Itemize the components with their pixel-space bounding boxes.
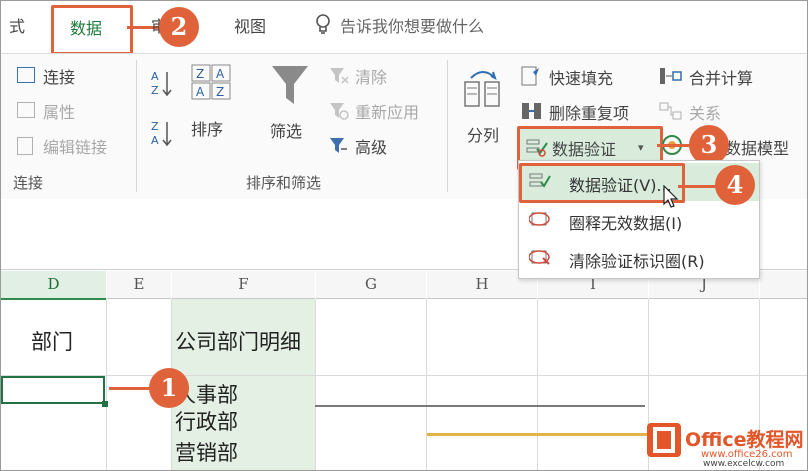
column-header-f[interactable]: F (172, 271, 315, 299)
svg-text:A: A (151, 134, 159, 147)
sort-filter-group-label: 排序和筛选 (246, 174, 322, 192)
grid-line (315, 405, 645, 407)
watermark-url-2: www.excelcw.com (703, 459, 785, 469)
data-model-label: 数据模型 (725, 139, 790, 158)
advanced-label: 高级 (355, 138, 388, 157)
flash-fill-icon (521, 66, 541, 86)
sort-button[interactable]: ZAAZ 排序 (191, 64, 233, 144)
callout-badge-4: 4 (715, 165, 755, 205)
menu-item-circle-invalid[interactable]: 圈释无效数据(I) (519, 201, 759, 239)
text-to-columns-button[interactable]: 分列 (459, 64, 507, 148)
sort-label: 排序 (191, 120, 224, 139)
lightbulb-icon[interactable] (314, 13, 332, 35)
edit-links-icon (17, 137, 33, 155)
data-validation-icon (526, 137, 548, 157)
sort-descending-icon[interactable]: ZA (151, 118, 173, 148)
text-to-columns-label: 分列 (467, 126, 500, 145)
tab-data[interactable]: 数据 (70, 15, 102, 39)
properties-label: 属性 (43, 103, 76, 122)
consolidate-label: 合并计算 (689, 69, 754, 88)
advanced-filter-icon (329, 137, 349, 155)
clear-validation-circles-icon (528, 248, 551, 266)
callout-badge-1: 1 (149, 368, 189, 408)
remove-duplicates-label: 删除重复项 (549, 104, 630, 123)
menu-item-label: 圈释无效数据(I) (569, 214, 683, 233)
group-separator (447, 60, 448, 192)
grid-line (315, 299, 316, 470)
cell-d-header[interactable]: 部门 (31, 326, 73, 356)
flash-fill-label: 快速填充 (549, 69, 614, 88)
sort-ascending-icon[interactable]: AZ (151, 68, 173, 98)
svg-text:A: A (216, 67, 225, 81)
fill-handle[interactable] (102, 401, 108, 407)
tab-formulas-partial[interactable]: 式 (9, 13, 25, 37)
watermark: Office教程网 www.office26.com www.excelcw.c… (641, 419, 807, 470)
cell-f-header[interactable]: 公司部门明细 (175, 326, 301, 356)
grid-line (537, 299, 538, 470)
edit-links-label: 编辑链接 (43, 138, 108, 157)
callout-box-menu-item (519, 163, 685, 203)
connections-label: 连接 (43, 68, 76, 87)
office-logo-icon (647, 423, 681, 457)
watermark-brand: Office教程网 (685, 429, 804, 451)
data-validation-label: 数据验证 (552, 140, 617, 159)
svg-text:Z: Z (151, 120, 159, 133)
tell-me-search[interactable]: 告诉我你想要做什么 (340, 13, 484, 37)
remove-duplicates-icon (521, 101, 543, 121)
svg-text:A: A (196, 85, 205, 99)
filter-funnel-icon (270, 64, 310, 108)
grid-line (106, 299, 107, 470)
reapply-icon (329, 102, 349, 120)
cell-f-row-2[interactable]: 行政部 (175, 406, 238, 436)
relationships-icon (659, 101, 683, 121)
properties-icon (17, 102, 35, 118)
callout-badge-2: 2 (159, 7, 199, 47)
callout-line-3 (657, 144, 691, 147)
text-to-columns-icon (463, 68, 503, 108)
tab-view[interactable]: 视图 (234, 13, 266, 37)
svg-text:Z: Z (196, 67, 204, 81)
svg-text:Z: Z (151, 84, 159, 97)
group-separator (136, 60, 137, 192)
connections-icon (17, 67, 35, 83)
menu-item-label: 清除验证标识圈(R) (569, 252, 705, 271)
column-header-e[interactable]: E (107, 271, 171, 299)
mouse-cursor-icon (663, 184, 679, 209)
menu-item-clear-validation-circles[interactable]: 清除验证标识圈(R) (519, 239, 759, 277)
filter-label: 筛选 (270, 122, 303, 141)
ribbon-tab-bar: 式 数据 审 2 视图 告诉我你想要做什么 (1, 1, 807, 55)
column-header-g[interactable]: G (316, 271, 426, 299)
reapply-label: 重新应用 (355, 103, 420, 122)
relationships-label: 关系 (689, 104, 722, 123)
circle-invalid-data-icon (528, 210, 551, 228)
clear-filter-icon (329, 67, 349, 85)
consolidate-icon (659, 66, 683, 86)
dropdown-arrow-icon[interactable]: ▾ (638, 141, 644, 154)
column-header-d[interactable]: D (1, 271, 106, 300)
sort-icon: ZAAZ (191, 64, 231, 100)
callout-line-1 (109, 387, 153, 390)
grid-line (427, 433, 659, 436)
grid-line (1, 375, 807, 376)
column-header-k[interactable] (760, 271, 807, 299)
grid-line (426, 299, 427, 470)
cell-f-row-3[interactable]: 营销部 (175, 437, 238, 467)
filter-button[interactable]: 筛选 (266, 62, 316, 146)
selected-cell-d[interactable] (1, 376, 105, 404)
svg-text:Z: Z (216, 85, 224, 99)
svg-text:A: A (151, 70, 159, 83)
excel-window: 式 数据 审 2 视图 告诉我你想要做什么 连接 属性 编辑链接 连接 AZ (0, 0, 808, 471)
callout-badge-3: 3 (689, 125, 729, 165)
connections-group-label: 连接 (13, 174, 44, 192)
clear-label: 清除 (355, 68, 388, 87)
